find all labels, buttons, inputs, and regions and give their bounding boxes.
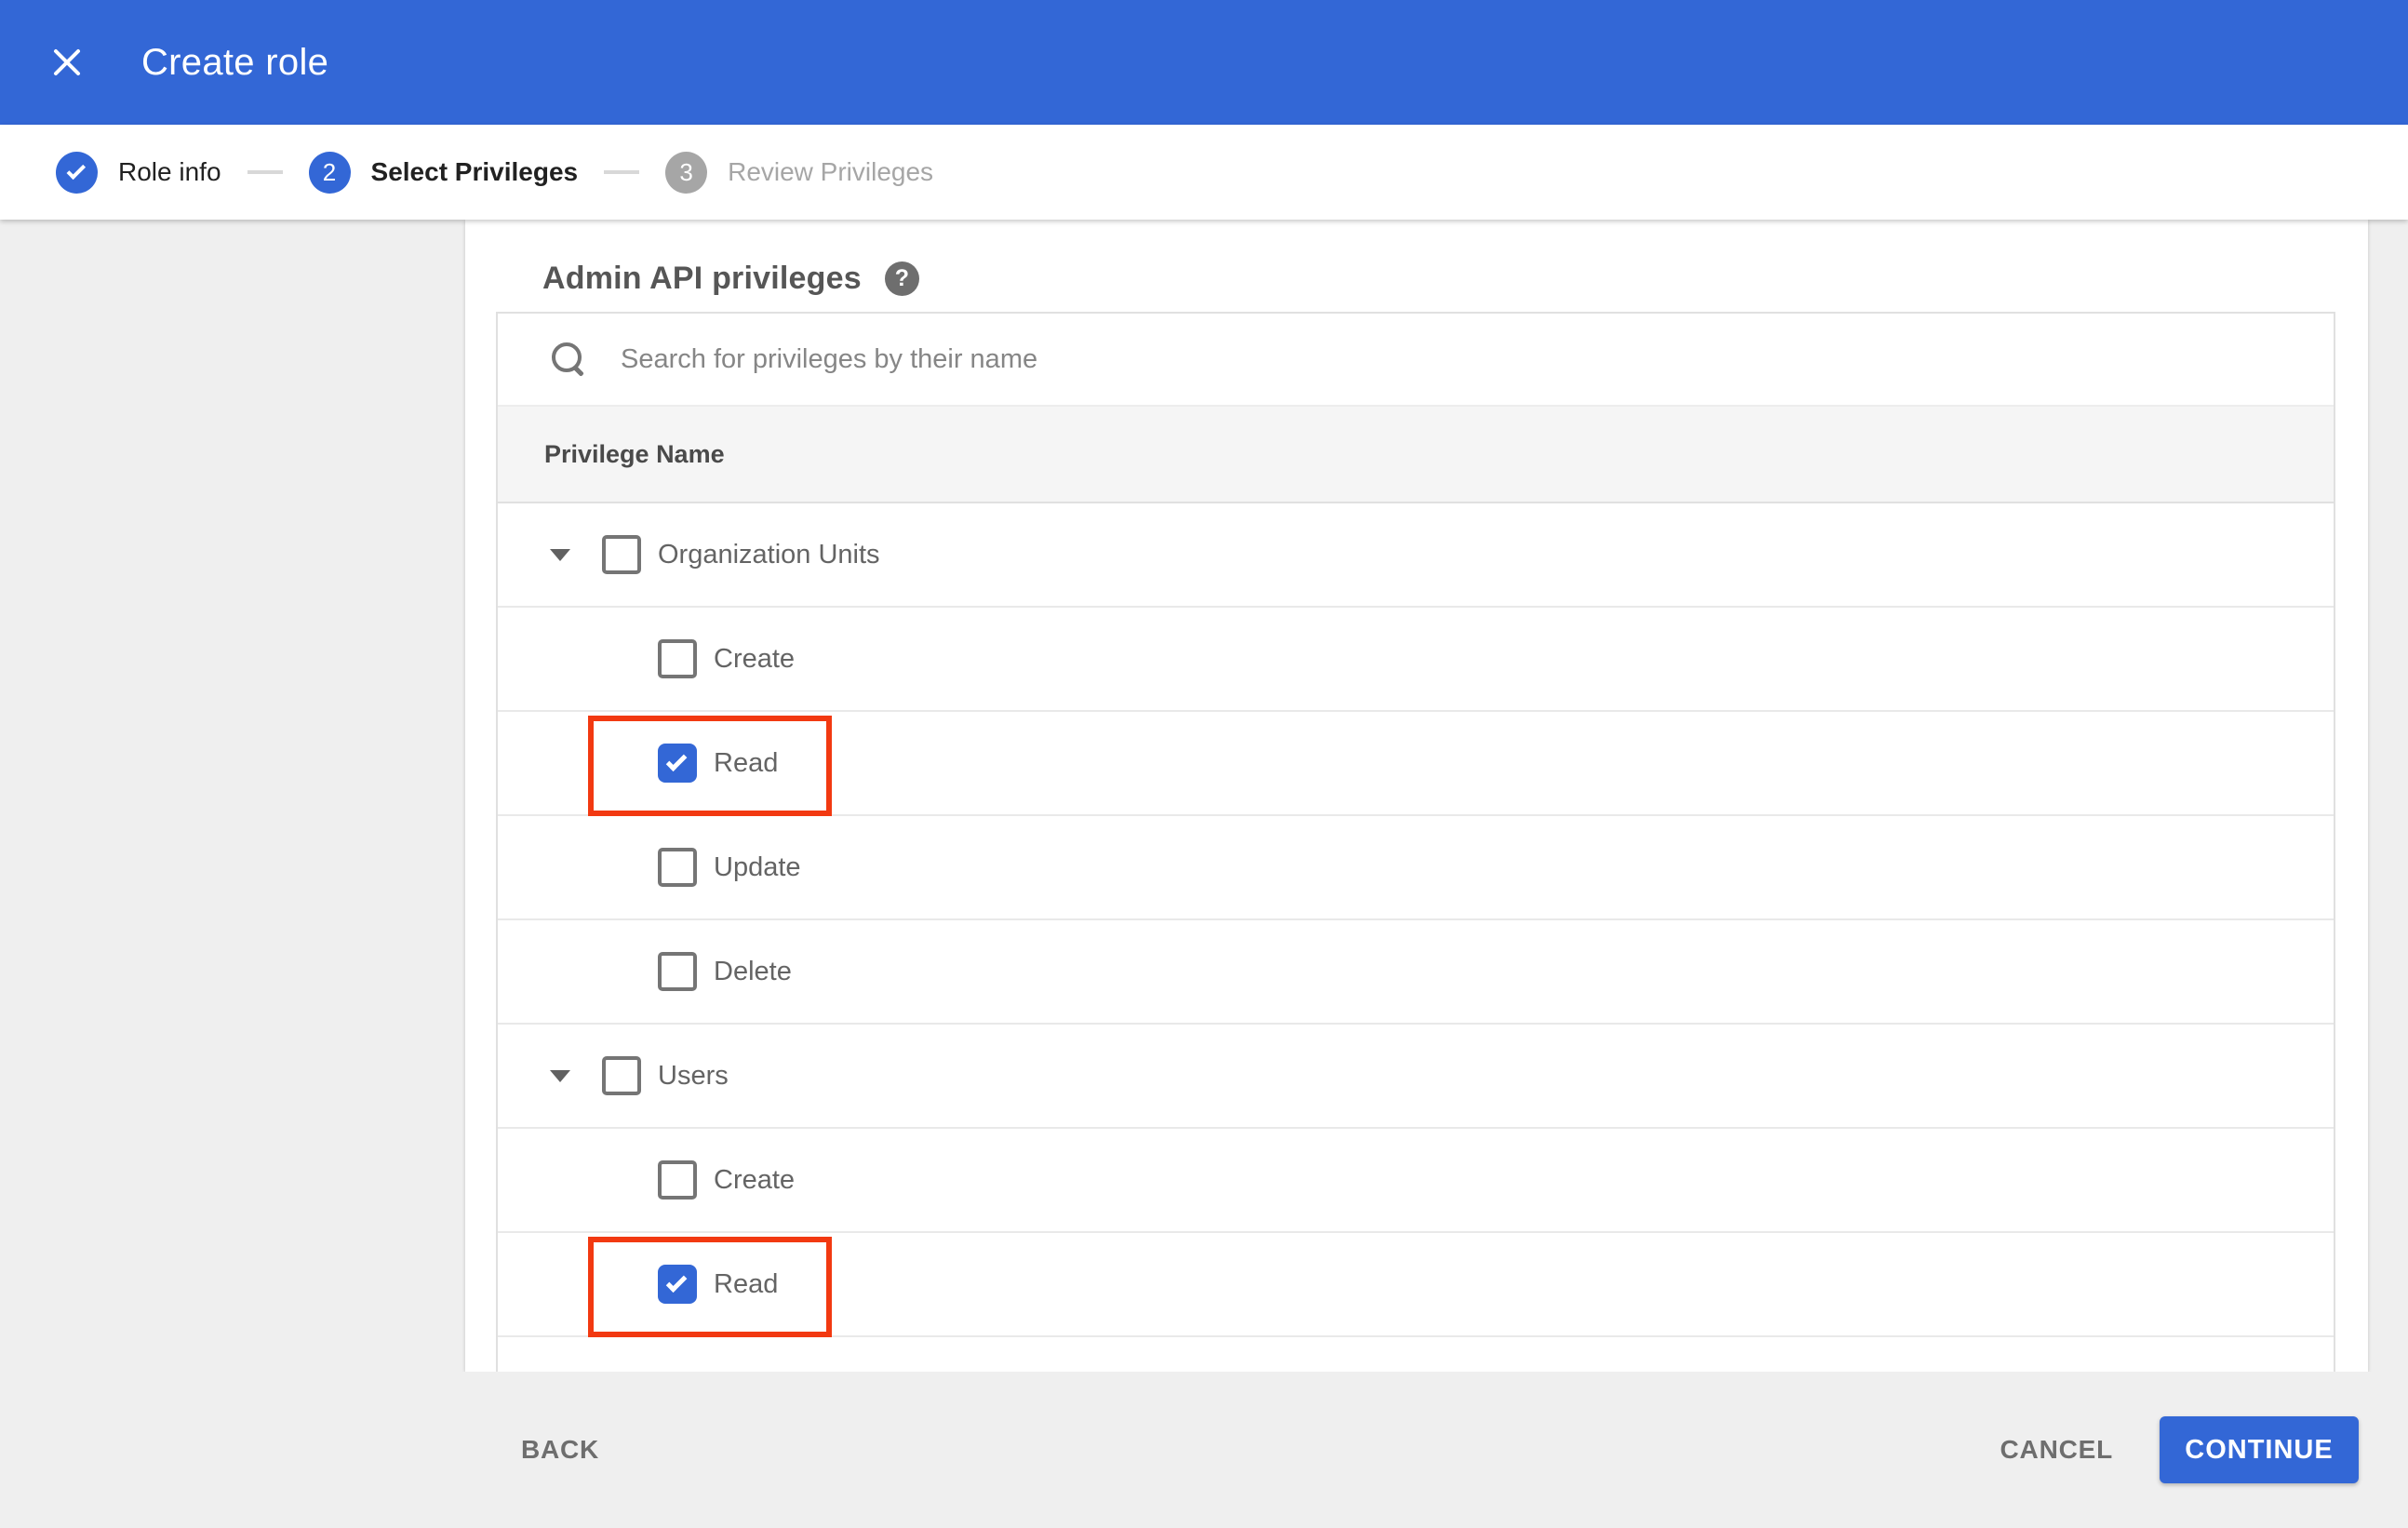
privilege-label: Read (714, 747, 779, 778)
step-number-circle: 3 (665, 151, 708, 194)
column-header-privilege-name: Privilege Name (544, 439, 725, 468)
card-heading: Admin API privileges ? (465, 220, 2368, 297)
privilege-label: Users (658, 1060, 729, 1091)
stepper: Role info 2 Select Privileges 3 Review P… (0, 125, 2408, 220)
step-role-info[interactable]: Role info (56, 151, 221, 194)
row-ou-create: Create (498, 608, 2334, 712)
row-ou-update: Update (498, 816, 2334, 920)
close-icon (51, 47, 83, 78)
step-complete-circle (56, 151, 98, 194)
privilege-label: Update (714, 851, 801, 882)
checkbox-users-read-checked[interactable] (658, 1265, 697, 1304)
checkbox-users-create[interactable] (658, 1160, 697, 1200)
main-area: Admin API privileges ? Privilege Name Or… (0, 220, 2408, 1528)
row-ou-delete: Delete (498, 920, 2334, 1025)
close-button[interactable] (41, 36, 93, 88)
step-connector (247, 170, 283, 174)
checkbox-ou-create[interactable] (658, 639, 697, 678)
privilege-label: Organization Units (658, 539, 880, 570)
privileges-table: Privilege Name Organization Units Create… (496, 312, 2335, 1372)
checkbox-ou-delete[interactable] (658, 952, 697, 991)
search-row (498, 314, 2334, 407)
step-number-circle: 2 (308, 151, 351, 194)
collapse-arrow-icon[interactable] (550, 1069, 570, 1082)
check-icon (665, 1270, 687, 1293)
continue-button[interactable]: CONTINUE (2160, 1416, 2359, 1483)
row-users-create: Create (498, 1129, 2334, 1233)
section-title: Admin API privileges (542, 261, 862, 296)
cancel-button[interactable]: CANCEL (2000, 1435, 2113, 1465)
privilege-label: Create (714, 1164, 796, 1195)
checkbox-organization-units[interactable] (602, 535, 641, 574)
red-highlight-box (588, 716, 832, 816)
privilege-label: Delete (714, 956, 792, 986)
privilege-label: Create (714, 643, 796, 674)
search-icon (552, 342, 585, 376)
row-users-read: Read (498, 1233, 2334, 1337)
privilege-label: Read (714, 1268, 779, 1299)
help-icon[interactable]: ? (884, 261, 919, 296)
step-connector (604, 170, 640, 174)
step-label: Role info (118, 157, 221, 186)
page-title: Create role (141, 41, 329, 83)
footer-bar: BACK CANCEL CONTINUE (0, 1372, 2408, 1528)
row-partial (498, 1337, 2334, 1372)
row-ou-read: Read (498, 712, 2334, 816)
step-review-privileges[interactable]: 3 Review Privileges (665, 151, 934, 194)
row-organization-units: Organization Units (498, 503, 2334, 608)
collapse-arrow-icon[interactable] (550, 548, 570, 561)
table-header-row: Privilege Name (498, 407, 2334, 503)
app-bar: Create role (0, 0, 2408, 125)
step-label: Select Privileges (370, 157, 579, 186)
search-input[interactable] (621, 343, 1923, 375)
red-highlight-box (588, 1237, 832, 1337)
check-icon (66, 160, 87, 181)
step-select-privileges[interactable]: 2 Select Privileges (308, 151, 579, 194)
checkbox-ou-update[interactable] (658, 848, 697, 887)
step-label: Review Privileges (728, 157, 934, 186)
check-icon (665, 749, 687, 771)
checkbox-users[interactable] (602, 1056, 641, 1095)
checkbox-ou-read-checked[interactable] (658, 744, 697, 783)
row-users: Users (498, 1025, 2334, 1129)
privileges-card: Admin API privileges ? Privilege Name Or… (465, 220, 2368, 1372)
back-button[interactable]: BACK (521, 1435, 599, 1465)
